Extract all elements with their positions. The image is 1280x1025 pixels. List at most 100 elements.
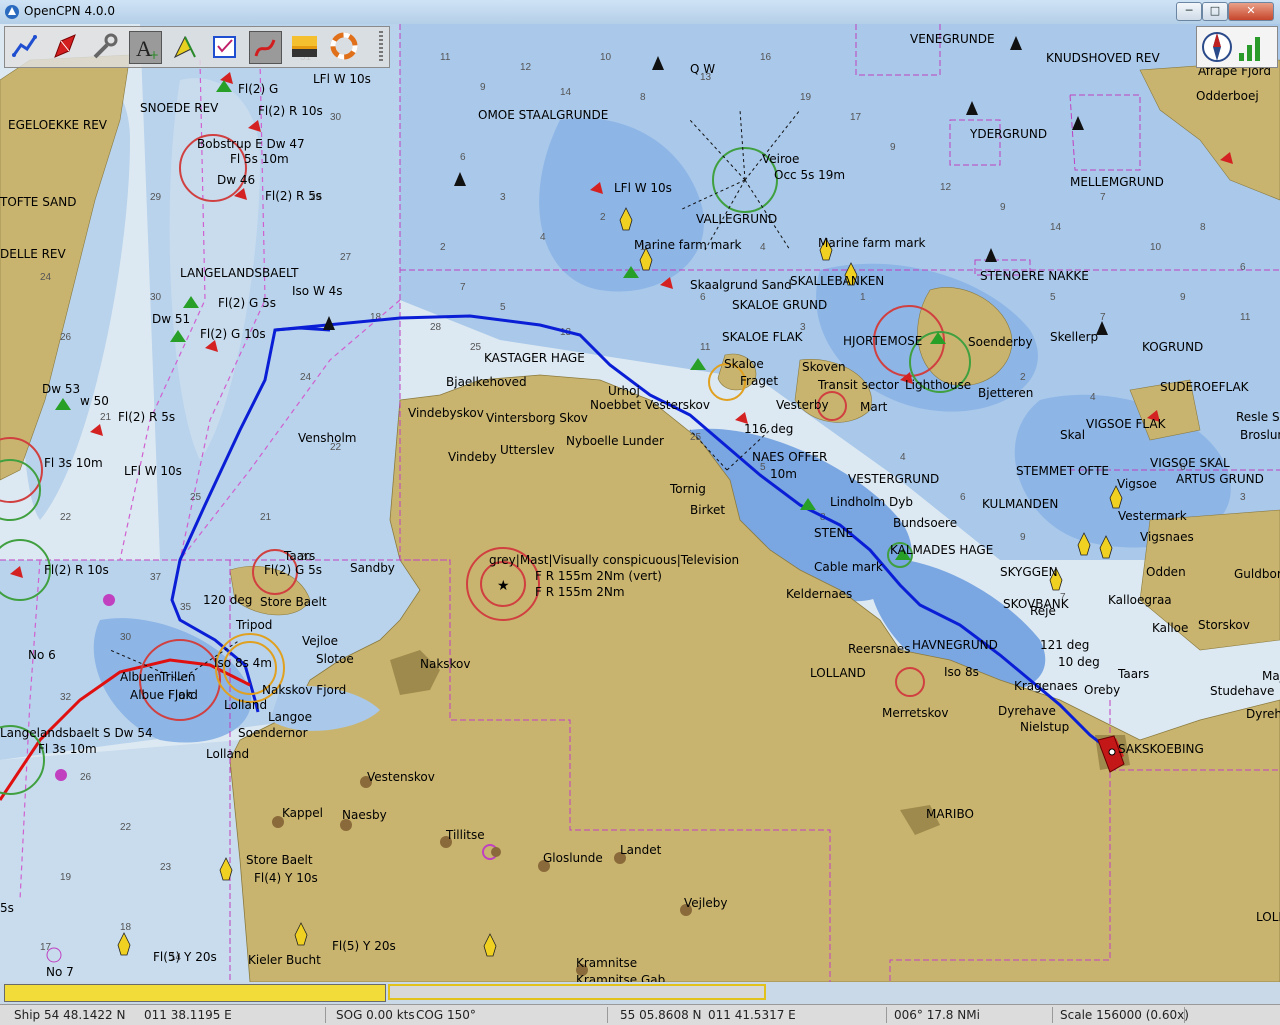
chart-label: LFl W 10s	[614, 181, 672, 195]
svg-text:6: 6	[960, 492, 966, 503]
svg-text:30: 30	[120, 632, 132, 643]
chart-label: Kalloegraa	[1108, 593, 1172, 607]
speed-over-ground: SOG 0.00 kts	[336, 1008, 415, 1022]
status-separator	[607, 1007, 608, 1023]
chart-label: DELLE REV	[0, 247, 66, 261]
chart-label: SAKSKOEBING	[1118, 742, 1204, 756]
cursor-longitude: 011 41.5317 E	[708, 1008, 796, 1022]
nautical-chart[interactable]: 1191214 1081316 1917912 914710 8663 4275…	[0, 24, 1280, 982]
chart-label: Broslun	[1240, 428, 1280, 442]
cursor-latitude: 55 05.8608 N	[620, 1008, 702, 1022]
chart-label: Nielstup	[1020, 720, 1070, 734]
window-titlebar[interactable]: OpenCPN 4.0.0 ─ □ ✕	[0, 0, 1280, 25]
chart-label: Fl(5) Y 20s	[153, 950, 217, 964]
chart-label: Lolland	[206, 747, 250, 761]
svg-text:9: 9	[1020, 532, 1026, 543]
chart-quilting-button[interactable]	[209, 31, 240, 62]
chart-label: Kramnitse Gab	[576, 973, 666, 982]
chart-label: Langelandsbaelt S Dw 54	[0, 726, 153, 740]
chart-label: Veiroe	[762, 152, 800, 166]
svg-text:14: 14	[1050, 222, 1062, 233]
svg-text:19: 19	[60, 872, 72, 883]
chart-label: Nakskov Fjord	[262, 683, 347, 697]
ship-longitude: 011 38.1195 E	[144, 1008, 232, 1022]
svg-text:6: 6	[460, 152, 466, 163]
chart-label: Fl(2) G	[238, 82, 279, 96]
route-manager-icon	[12, 35, 37, 57]
svg-text:35: 35	[180, 602, 192, 613]
chart-label: Slotoe	[316, 652, 354, 666]
chart-label: VENEGRUNDE	[910, 32, 995, 46]
svg-text:4: 4	[900, 452, 906, 463]
svg-text:14: 14	[560, 87, 572, 98]
chart-label: Naesby	[342, 808, 387, 822]
day-night-button[interactable]	[289, 31, 320, 62]
chart-label: EGELOEKKE REV	[8, 118, 108, 132]
window-title: OpenCPN 4.0.0	[24, 4, 115, 18]
chart-label: Store Baelt	[260, 595, 327, 609]
chart-label: 121 deg	[1040, 638, 1090, 652]
toolbar-grip[interactable]	[379, 31, 383, 63]
chart-label: Kalloe	[1152, 621, 1189, 635]
chart-label: Fl(2) R 5s	[118, 410, 176, 424]
chart-label: Vejleby	[684, 896, 728, 910]
chart-label: Merretskov	[882, 706, 949, 720]
chart-label: No 7	[46, 965, 74, 979]
compass-widget[interactable]	[1196, 26, 1278, 68]
svg-text:17: 17	[850, 112, 862, 123]
settings-button[interactable]	[89, 31, 120, 62]
svg-text:16: 16	[760, 52, 772, 63]
svg-text:12: 12	[940, 182, 952, 193]
chart-label: Iso W 4s	[292, 284, 343, 298]
new-route-button[interactable]	[49, 31, 80, 62]
chart-label: Bjaelkehoved	[446, 375, 527, 389]
add-text-icon: A+	[136, 36, 159, 62]
route-manager-button[interactable]	[9, 31, 40, 62]
svg-text:9: 9	[480, 82, 486, 93]
add-text-button[interactable]: A +	[129, 31, 162, 64]
chart-canvas[interactable]: 11 9 12 14 10 8 13 16 19 17 9 12 9 14 7 10 8663 4275…	[0, 24, 1280, 982]
svg-text:28: 28	[430, 322, 442, 333]
mark-button[interactable]	[169, 31, 200, 62]
chart-load-progress-left-fill	[5, 985, 385, 1001]
track-button[interactable]	[249, 31, 282, 64]
minimize-button[interactable]: ─	[1176, 2, 1202, 21]
svg-text:29: 29	[150, 192, 162, 203]
svg-text:2: 2	[1020, 372, 1026, 383]
svg-text:2: 2	[600, 212, 606, 223]
close-button[interactable]: ✕	[1228, 2, 1274, 21]
chart-label: F R 155m 2Nm	[535, 585, 625, 599]
chart-label: SNOEDE REV	[140, 101, 219, 115]
svg-text:3: 3	[500, 192, 506, 203]
chart-label: 10m	[770, 467, 797, 481]
svg-text:23: 23	[160, 862, 172, 873]
svg-text:9: 9	[1180, 292, 1186, 303]
chart-label: TOFTE SAND	[0, 195, 77, 209]
chart-label: SKALOE FLAK	[722, 330, 803, 344]
svg-text:21: 21	[100, 412, 112, 423]
chart-label: Bobstrup E Dw 47	[197, 137, 305, 151]
man-overboard-button[interactable]	[329, 31, 360, 62]
chart-label: Gloslunde	[543, 851, 603, 865]
chart-label: Lighthouse	[905, 378, 972, 392]
chart-label: LOLI	[1256, 910, 1280, 924]
chart-label: MARIBO	[926, 807, 974, 821]
chart-label: Fl 3s 10m	[38, 742, 97, 756]
status-separator	[325, 1007, 326, 1023]
chart-label: Bjetteren	[978, 386, 1034, 400]
chart-label: Iso 8s	[944, 665, 979, 679]
chart-label: ARTUS GRUND	[1176, 472, 1264, 486]
chart-label: 5s	[0, 901, 14, 915]
chart-label: Fraget	[740, 374, 779, 388]
chart-label: Vensholm	[298, 431, 357, 445]
chart-label: Fl 5s 10m	[230, 152, 289, 166]
chart-label: SUDEROEFLAK	[1160, 380, 1249, 394]
chart-label: Reje	[1030, 604, 1056, 618]
chart-label: Vigsoe	[1117, 477, 1157, 491]
chart-label: Langoe	[268, 710, 312, 724]
chart-label: w 50	[80, 394, 109, 408]
chart-label: Soendernor	[238, 726, 308, 740]
maximize-button[interactable]: □	[1202, 2, 1228, 21]
compass-icon	[1202, 32, 1260, 62]
main-toolbar: A +	[4, 26, 390, 68]
